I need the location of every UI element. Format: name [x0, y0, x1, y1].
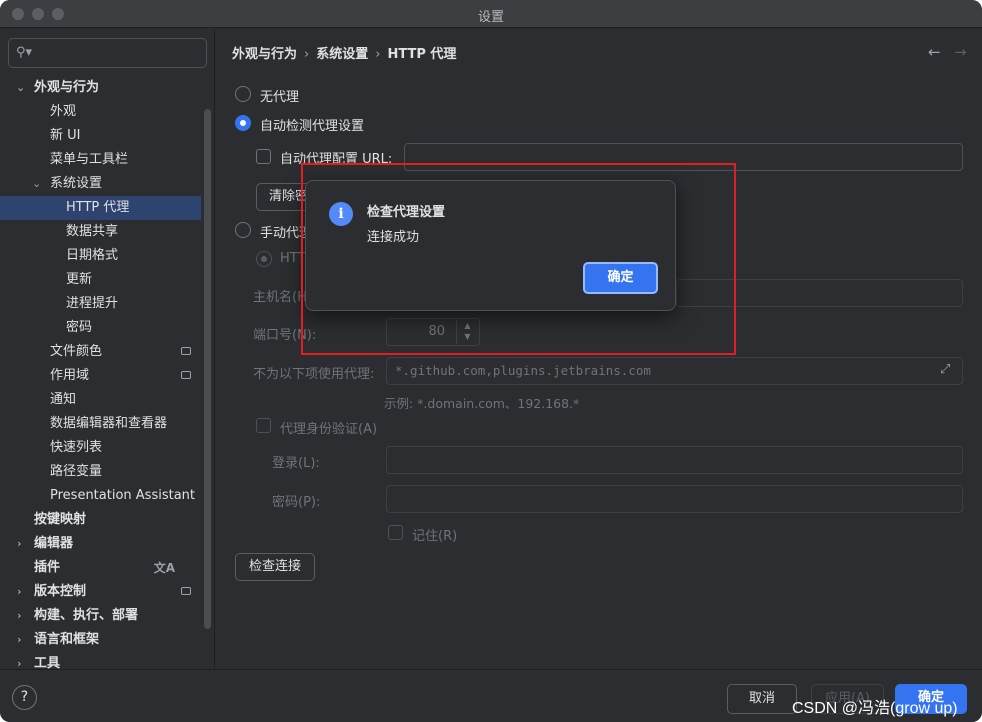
sidebar-item-quick-lists[interactable]: 快速列表: [0, 436, 201, 460]
sidebar-item-build-execution-deployment[interactable]: › 构建、执行、部署: [0, 604, 201, 628]
sidebar-item-editor[interactable]: › 编辑器: [0, 532, 201, 556]
title-bar: 设置: [0, 0, 982, 28]
cancel-button[interactable]: 取消: [727, 684, 797, 714]
chevron-down-icon: ⌄: [32, 177, 42, 190]
breadcrumb: 外观与行为 › 系统设置 › HTTP 代理: [232, 43, 456, 62]
password-label: 密码(P):: [272, 495, 321, 510]
breadcrumb-http-proxy: HTTP 代理: [387, 47, 457, 62]
translate-icon: 文A: [153, 561, 175, 575]
project-level-icon: [181, 347, 191, 355]
no-proxy-for-input[interactable]: *.github.com,plugins.jetbrains.com: [386, 357, 963, 385]
forward-arrow-icon[interactable]: →: [954, 43, 967, 61]
remember-checkbox[interactable]: [388, 525, 403, 540]
http-radio[interactable]: [256, 251, 272, 267]
password-input[interactable]: [386, 485, 963, 513]
breadcrumb-system-settings[interactable]: 系统设置: [316, 47, 368, 62]
sidebar-item-date-formats[interactable]: 日期格式: [0, 244, 201, 268]
expand-icon[interactable]: ⤢: [940, 362, 950, 377]
sidebar-item-appearance-behavior[interactable]: ⌄ 外观与行为: [0, 76, 201, 100]
sidebar-item-version-control[interactable]: › 版本控制: [0, 580, 201, 604]
sidebar-item-process-elevation[interactable]: 进程提升: [0, 292, 201, 316]
search-icon: ⚲▾: [16, 45, 33, 60]
auto-detect-label: 自动检测代理设置: [260, 119, 365, 134]
host-label: 主机名(H: [253, 290, 307, 305]
sidebar-item-file-colors[interactable]: 文件颜色: [0, 340, 201, 364]
sidebar-item-updates[interactable]: 更新: [0, 268, 201, 292]
search-input[interactable]: ⚲▾: [8, 38, 207, 68]
sidebar-scrollbar[interactable]: [204, 109, 211, 629]
sidebar-item-data-editors[interactable]: 数据编辑器和查看器: [0, 412, 201, 436]
chevron-right-icon: ›: [17, 633, 22, 646]
project-level-icon: [181, 587, 191, 595]
back-arrow-icon[interactable]: ←: [928, 43, 941, 61]
no-proxy-label: 无代理: [260, 90, 300, 105]
auto-config-url-checkbox[interactable]: [256, 149, 271, 164]
sidebar-item-new-ui[interactable]: 新 UI: [0, 124, 201, 148]
breadcrumb-separator: ›: [375, 47, 381, 62]
breadcrumb-appearance-behavior[interactable]: 外观与行为: [232, 47, 297, 62]
sidebar-item-http-proxy[interactable]: HTTP 代理: [0, 196, 201, 220]
example-hint: 示例: *.domain.com、192.168.*: [384, 396, 580, 411]
help-button[interactable]: ?: [12, 685, 37, 710]
no-proxy-radio[interactable]: [235, 86, 251, 102]
sidebar-item-menus-toolbars[interactable]: 菜单与工具栏: [0, 148, 201, 172]
settings-sidebar: ⚲▾ ⌄ 外观与行为 外观 新 UI 菜单与工具栏 ⌄ 系统设置 HTTP 代理: [0, 29, 215, 671]
project-level-icon: [181, 371, 191, 379]
remember-label: 记住(R): [412, 529, 458, 544]
no-proxy-for-label: 不为以下项使用代理:: [253, 367, 375, 382]
sidebar-item-appearance[interactable]: 外观: [0, 100, 201, 124]
chevron-right-icon: ›: [17, 537, 22, 550]
watermark: CSDN @冯浩(grow up): [792, 700, 958, 717]
sidebar-item-notifications[interactable]: 通知: [0, 388, 201, 412]
breadcrumb-separator: ›: [304, 47, 310, 62]
sidebar-item-passwords[interactable]: 密码: [0, 316, 201, 340]
sidebar-item-presentation-assistant[interactable]: Presentation Assistant: [0, 484, 201, 508]
sidebar-item-scopes[interactable]: 作用域: [0, 364, 201, 388]
proxy-auth-label: 代理身份验证(A): [280, 422, 378, 437]
sidebar-item-path-variables[interactable]: 路径变量: [0, 460, 201, 484]
auto-detect-radio[interactable]: [235, 115, 251, 131]
sidebar-item-data-sharing[interactable]: 数据共享: [0, 220, 201, 244]
sidebar-item-system-settings[interactable]: ⌄ 系统设置: [0, 172, 201, 196]
chevron-right-icon: ›: [17, 609, 22, 622]
chevron-right-icon: ›: [17, 585, 22, 598]
sidebar-item-plugins[interactable]: 插件 文A: [0, 556, 201, 580]
sidebar-item-keymap[interactable]: 按键映射: [0, 508, 201, 532]
check-connection-button[interactable]: 检查连接: [235, 553, 315, 581]
window-title: 设置: [477, 10, 504, 25]
chevron-down-icon: ⌄: [16, 81, 26, 94]
proxy-auth-checkbox[interactable]: [256, 418, 271, 433]
login-label: 登录(L):: [272, 456, 320, 471]
annotation-highlight-box: [301, 163, 736, 355]
login-input[interactable]: [386, 446, 963, 474]
sidebar-item-languages-frameworks[interactable]: › 语言和框架: [0, 628, 201, 652]
manual-proxy-radio[interactable]: [235, 222, 251, 238]
settings-window: 设置 ⚲▾ ⌄ 外观与行为 外观 新 UI 菜单与工具栏 ⌄ 系统设置 HTTP…: [0, 0, 982, 722]
